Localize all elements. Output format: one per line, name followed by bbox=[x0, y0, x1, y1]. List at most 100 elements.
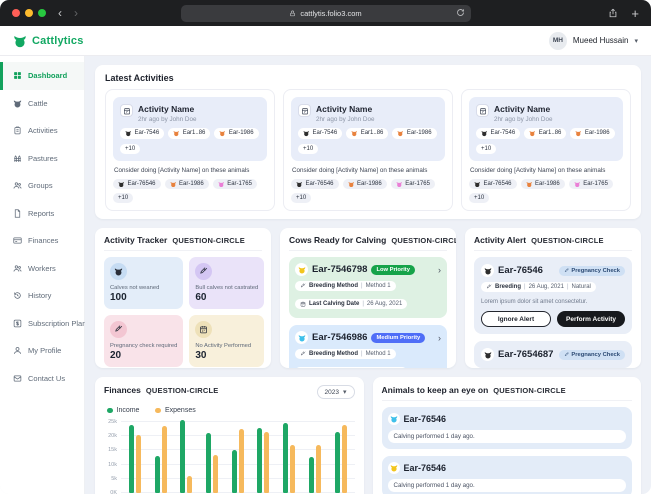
ear-tag-chip[interactable]: Ear-76546 bbox=[291, 179, 339, 190]
sidebar-item-my-profile[interactable]: My Profile bbox=[0, 337, 84, 365]
ear-tag-chip[interactable]: Ear-1765 bbox=[213, 179, 257, 190]
chevron-right-icon[interactable]: › bbox=[438, 265, 441, 275]
stat-tile-pregnancy-check-required: Pregnancy check required 20 bbox=[104, 315, 183, 367]
watch-note: Calving performed 1 day ago. bbox=[388, 479, 627, 492]
more-tags-chip[interactable]: +10 bbox=[298, 144, 318, 154]
alert-detail-pill: Breeding|26 Aug, 2021|Natural bbox=[481, 282, 596, 292]
perform-activity-button[interactable]: Perform Activity bbox=[557, 311, 625, 327]
ear-tag-chip[interactable]: Ear-76546 bbox=[469, 179, 517, 190]
y-axis-tick: 25k bbox=[108, 419, 117, 425]
cow-icon bbox=[218, 181, 225, 188]
ear-tag-chip[interactable]: Ear-1765 bbox=[391, 179, 435, 190]
sidebar-item-pastures[interactable]: Pastures bbox=[0, 145, 84, 173]
sidebar-item-label: Groups bbox=[28, 181, 53, 190]
help-icon[interactable]: QUESTION-CIRCLE bbox=[493, 386, 566, 395]
ear-tag-chip[interactable]: Ear1..86 bbox=[168, 128, 210, 139]
activity-card[interactable]: Activity Name 2hr ago by John Doe Ear-75… bbox=[461, 89, 631, 211]
ear-tag-chip[interactable]: Ear1..86 bbox=[346, 128, 388, 139]
syringe-icon bbox=[110, 321, 127, 338]
main-content: Latest Activities Activity Name 2hr ago … bbox=[85, 56, 651, 494]
ear-tag-chip[interactable]: Ear-76546 bbox=[113, 179, 161, 190]
watch-list-item[interactable]: Ear-76546 Calving performed 1 day ago. bbox=[382, 407, 633, 449]
help-icon[interactable]: QUESTION-CIRCLE bbox=[172, 236, 245, 245]
close-window-button[interactable] bbox=[12, 9, 20, 17]
sidebar-item-history[interactable]: History bbox=[0, 282, 84, 310]
calving-list-item[interactable]: Ear-7546986 Medium Priority › Breeding M… bbox=[289, 325, 447, 368]
sidebar-item-workers[interactable]: Workers bbox=[0, 255, 84, 283]
chevron-right-icon[interactable]: › bbox=[438, 333, 441, 343]
minimize-window-button[interactable] bbox=[25, 9, 33, 17]
ear-tag-chip[interactable]: Ear-1765 bbox=[569, 179, 613, 190]
sidebar-item-activities[interactable]: Activities bbox=[0, 117, 84, 145]
brand-name: Cattlytics bbox=[32, 35, 84, 47]
ear-tag-chip[interactable]: Ear-1986 bbox=[570, 128, 614, 139]
legend-item: Income bbox=[107, 407, 139, 414]
avatar: MH bbox=[549, 32, 567, 50]
sidebar-item-finances[interactable]: Finances bbox=[0, 227, 84, 255]
app-header: Cattlytics MH Mueed Hussain ▾ bbox=[0, 26, 651, 56]
activity-icon bbox=[476, 104, 489, 117]
lock-icon bbox=[289, 10, 296, 17]
help-icon[interactable]: QUESTION-CIRCLE bbox=[531, 236, 604, 245]
more-tags-chip[interactable]: +10 bbox=[291, 193, 311, 203]
calving-list-item[interactable]: Ear-7546798 Low Priority › Breeding Meth… bbox=[289, 257, 447, 318]
ear-tag-chip[interactable]: Ear1..86 bbox=[524, 128, 566, 139]
watch-list-item[interactable]: Ear-76546 Calving performed 1 day ago. bbox=[382, 456, 633, 494]
ear-tag-chip[interactable]: Ear-1986 bbox=[343, 179, 387, 190]
brand-logo[interactable]: Cattlytics bbox=[13, 34, 84, 48]
stat-value: 60 bbox=[195, 292, 258, 303]
help-icon[interactable]: QUESTION-CIRCLE bbox=[391, 236, 456, 245]
forward-button[interactable]: › bbox=[74, 7, 78, 19]
pregnancy-check-badge: Pregnancy Check bbox=[559, 350, 625, 360]
fence-icon bbox=[13, 154, 22, 163]
activity-card[interactable]: Activity Name 2hr ago by John Doe Ear-75… bbox=[105, 89, 275, 211]
sidebar: Dashboard Cattle Activities Pastures Gro… bbox=[0, 56, 85, 494]
sidebar-item-label: Pastures bbox=[28, 154, 58, 163]
alert-description: Lorem ipsum dolor sit amet consectetur. bbox=[481, 299, 625, 305]
help-icon[interactable]: QUESTION-CIRCLE bbox=[146, 386, 219, 395]
activity-card[interactable]: Activity Name 2hr ago by John Doe Ear-75… bbox=[283, 89, 453, 211]
ignore-alert-button[interactable]: Ignore Alert bbox=[481, 311, 551, 327]
sidebar-item-label: Cattle bbox=[28, 99, 48, 108]
sidebar-item-groups[interactable]: Groups bbox=[0, 172, 84, 200]
user-name: Mueed Hussain bbox=[573, 36, 629, 45]
ear-tag-chip[interactable]: Ear-7546 bbox=[120, 128, 164, 139]
bar-expenses bbox=[264, 432, 269, 493]
bar-pair bbox=[232, 419, 244, 493]
address-bar[interactable]: cattlytis.folio3.com bbox=[181, 5, 471, 22]
ear-tag-chip[interactable]: Ear-7546 bbox=[298, 128, 342, 139]
ear-tag-chip[interactable]: Ear-1986 bbox=[521, 179, 565, 190]
syringe-icon bbox=[564, 268, 570, 274]
sidebar-item-dashboard[interactable]: Dashboard bbox=[0, 62, 84, 90]
share-icon[interactable] bbox=[608, 8, 618, 18]
cow-icon bbox=[118, 181, 125, 188]
more-tags-chip[interactable]: +10 bbox=[476, 144, 496, 154]
more-tags-chip[interactable]: +10 bbox=[469, 193, 489, 203]
address-bar-url: cattlytis.folio3.com bbox=[300, 9, 361, 18]
ear-tag-chip[interactable]: Ear-7546 bbox=[476, 128, 520, 139]
bar-expenses bbox=[239, 429, 244, 493]
activity-tracker-section: Activity Tracker QUESTION-CIRCLE Calves … bbox=[95, 228, 271, 368]
ear-tag-chip[interactable]: Ear-1986 bbox=[165, 179, 209, 190]
legend-dot bbox=[107, 408, 113, 414]
ear-tag-chip[interactable]: Ear-1986 bbox=[214, 128, 258, 139]
y-axis-tick: 15k bbox=[108, 447, 117, 453]
watch-note: Calving performed 1 day ago. bbox=[388, 430, 627, 443]
sidebar-item-label: Workers bbox=[28, 264, 56, 273]
sidebar-item-reports[interactable]: Reports bbox=[0, 200, 84, 228]
sidebar-item-contact-us[interactable]: Contact Us bbox=[0, 365, 84, 393]
back-button[interactable]: ‹ bbox=[58, 7, 62, 19]
year-dropdown[interactable]: 2023▾ bbox=[317, 385, 355, 399]
maximize-window-button[interactable] bbox=[38, 9, 46, 17]
reload-icon[interactable] bbox=[456, 8, 465, 17]
user-menu[interactable]: MH Mueed Hussain ▾ bbox=[549, 32, 638, 50]
finances-chart-plot bbox=[121, 419, 355, 493]
more-tags-chip[interactable]: +10 bbox=[120, 144, 140, 154]
ear-tag-chip[interactable]: Ear-1986 bbox=[392, 128, 436, 139]
sidebar-item-cattle[interactable]: Cattle bbox=[0, 90, 84, 118]
bar-income bbox=[335, 432, 340, 493]
new-tab-button[interactable]: + bbox=[631, 7, 639, 20]
cow-icon bbox=[295, 263, 308, 276]
more-tags-chip[interactable]: +10 bbox=[113, 193, 133, 203]
sidebar-item-subscription-plan[interactable]: Subscription Plan bbox=[0, 310, 84, 338]
